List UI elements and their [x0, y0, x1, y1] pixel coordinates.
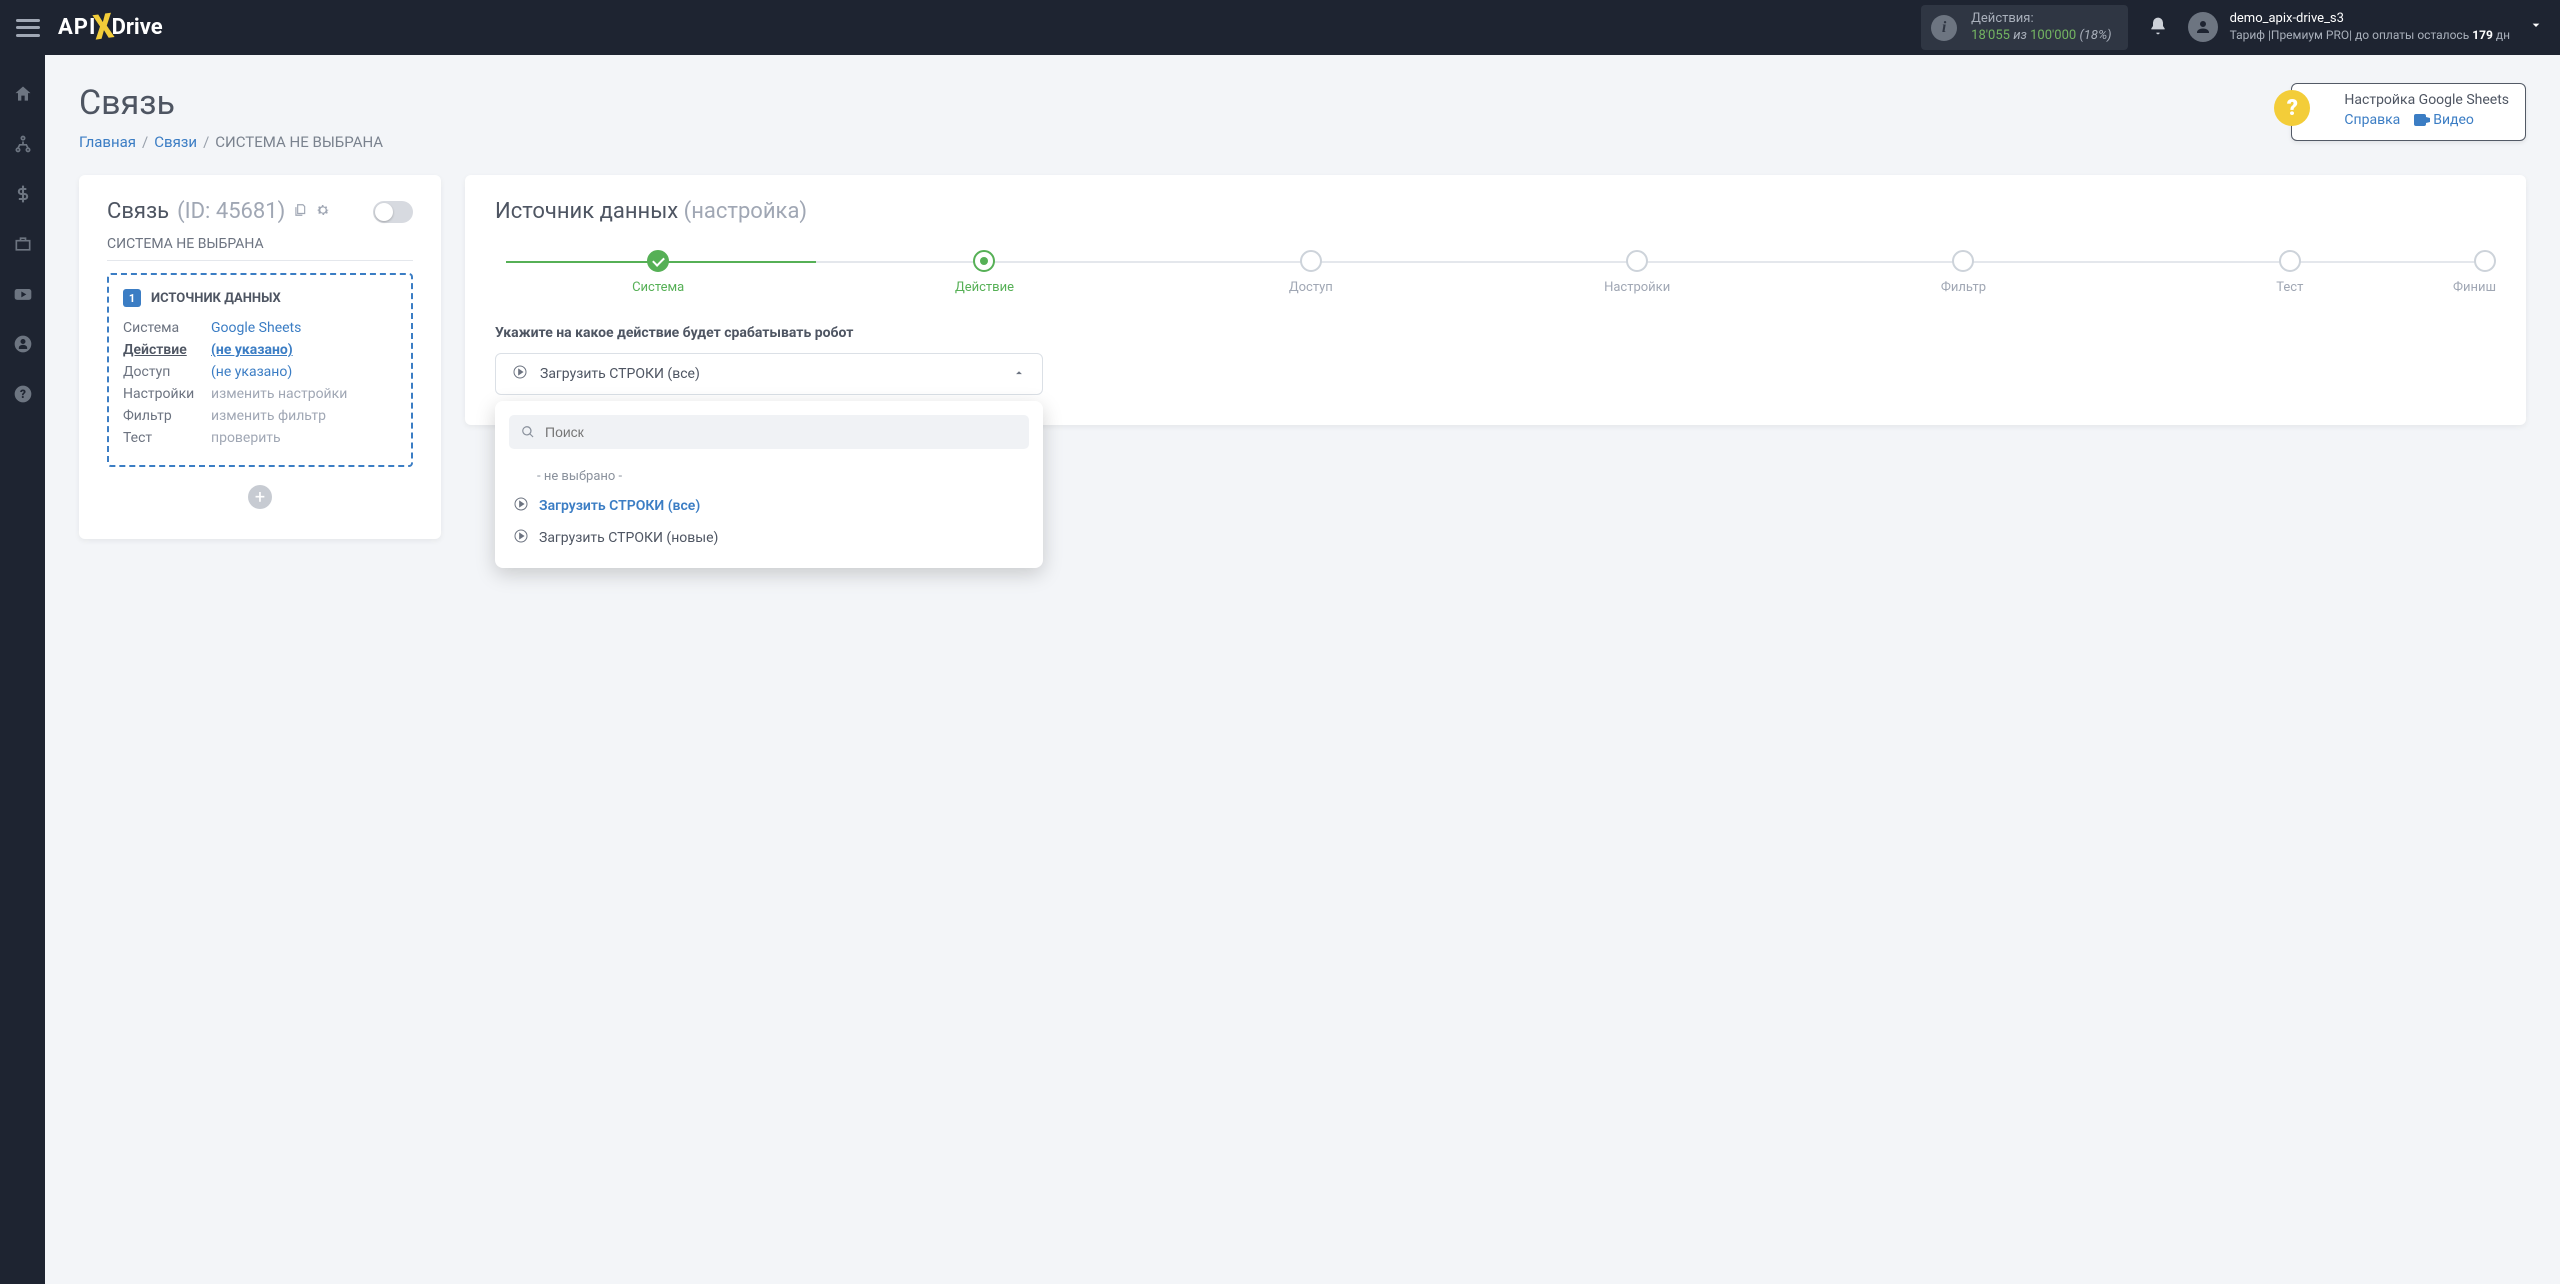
- action-dropdown: - не выбрано - Загрузить СТРОКИ (все) За…: [495, 401, 1043, 568]
- breadcrumb-connections[interactable]: Связи: [154, 133, 197, 151]
- search-icon: [521, 425, 535, 439]
- actions-of: из: [2013, 28, 2027, 43]
- help-question-icon[interactable]: ?: [2274, 90, 2310, 126]
- logo-x-icon: X: [92, 6, 117, 49]
- row-action-value[interactable]: (не указано): [211, 342, 293, 358]
- dropdown-option-none[interactable]: - не выбрано -: [509, 463, 1029, 490]
- action-field-label: Укажите на какое действие будет срабатыв…: [495, 325, 2496, 341]
- dropdown-search[interactable]: [509, 415, 1029, 449]
- source-title: ИСТОЧНИК ДАННЫХ: [151, 291, 281, 306]
- actions-total: 100'000: [2030, 28, 2076, 43]
- connection-name: Связь: [107, 199, 169, 224]
- help-video-link[interactable]: Видео: [2433, 112, 2474, 128]
- actions-used: 18'055: [1971, 28, 2010, 43]
- avatar-icon: [2188, 12, 2218, 42]
- help-title: Настройка Google Sheets: [2344, 92, 2509, 108]
- breadcrumb-home[interactable]: Главная: [79, 133, 136, 151]
- row-filter-value[interactable]: изменить фильтр: [211, 408, 326, 424]
- page-title: Связь: [79, 83, 2526, 123]
- setup-heading: Источник данных (настройка): [495, 199, 2496, 224]
- user-menu[interactable]: demo_apix-drive_s3 Тариф |Премиум PRO| д…: [2188, 11, 2544, 43]
- dropdown-search-input[interactable]: [545, 424, 1017, 440]
- row-test-value[interactable]: проверить: [211, 430, 281, 446]
- row-access-value[interactable]: (не указано): [211, 364, 292, 380]
- tariff-info: Тариф |Премиум PRO| до оплаты осталось 1…: [2230, 28, 2510, 44]
- step-system[interactable]: Система: [495, 250, 821, 295]
- help-doc-link[interactable]: Справка: [2344, 112, 2400, 128]
- svg-text:?: ?: [20, 387, 26, 401]
- chevron-up-icon: [1012, 365, 1026, 384]
- main-content: Связь Главная/Связи/СИСТЕМА НЕ ВЫБРАНА ?…: [45, 55, 2560, 1284]
- user-icon[interactable]: [12, 333, 34, 355]
- connection-toggle[interactable]: [373, 201, 413, 223]
- connection-summary-card: Связь (ID: 45681) СИСТЕМА НЕ ВЫБРАНА 1 И…: [79, 175, 441, 539]
- row-access: Доступ(не указано): [123, 361, 397, 383]
- row-system: СистемаGoogle Sheets: [123, 317, 397, 339]
- sidebar: ?: [0, 55, 45, 1284]
- menu-toggle[interactable]: [16, 19, 40, 37]
- step-test[interactable]: Тест: [2127, 250, 2453, 295]
- row-filter: Фильтризменить фильтр: [123, 405, 397, 427]
- row-test: Тестпроверить: [123, 427, 397, 449]
- gear-icon[interactable]: [315, 202, 331, 222]
- step-access[interactable]: Доступ: [1148, 250, 1474, 295]
- chevron-down-icon: [2522, 17, 2544, 37]
- logo[interactable]: APIXDrive: [58, 10, 163, 45]
- action-selected-value: Загрузить СТРОКИ (все): [540, 366, 700, 382]
- copy-icon[interactable]: [293, 202, 307, 222]
- info-icon: i: [1931, 15, 1957, 41]
- logo-drive: Drive: [112, 15, 163, 40]
- step-action[interactable]: Действие: [821, 250, 1147, 295]
- home-icon[interactable]: [12, 83, 34, 105]
- row-settings-value[interactable]: изменить настройки: [211, 386, 347, 402]
- video-icon: [2414, 114, 2430, 130]
- stepper: Система Действие Доступ Настройки Фильтр…: [495, 250, 2496, 295]
- row-settings: Настройкиизменить настройки: [123, 383, 397, 405]
- connection-id: (ID: 45681): [177, 199, 285, 224]
- actions-percent: (18%): [2079, 28, 2111, 43]
- briefcase-icon[interactable]: [12, 233, 34, 255]
- username: demo_apix-drive_s3: [2230, 11, 2510, 28]
- connection-system-name: СИСТЕМА НЕ ВЫБРАНА: [107, 236, 413, 252]
- breadcrumb-current: СИСТЕМА НЕ ВЫБРАНА: [215, 133, 383, 151]
- youtube-icon[interactable]: [12, 283, 34, 305]
- play-icon: [513, 496, 529, 516]
- actions-label: Действия:: [1971, 11, 2111, 27]
- help-icon[interactable]: ?: [12, 383, 34, 405]
- breadcrumb: Главная/Связи/СИСТЕМА НЕ ВЫБРАНА: [79, 133, 2526, 151]
- connections-icon[interactable]: [12, 133, 34, 155]
- dollar-icon[interactable]: [12, 183, 34, 205]
- data-source-setup-card: Источник данных (настройка) Система Дейс…: [465, 175, 2526, 425]
- step-settings[interactable]: Настройки: [1474, 250, 1800, 295]
- actions-counter[interactable]: i Действия: 18'055 из 100'000 (18%): [1921, 5, 2127, 50]
- help-card: ? Настройка Google Sheets Справка Видео: [2291, 83, 2526, 141]
- row-system-value[interactable]: Google Sheets: [211, 320, 301, 336]
- dropdown-option-new[interactable]: Загрузить СТРОКИ (новые): [509, 522, 1029, 554]
- row-action: Действие(не указано): [123, 339, 397, 361]
- step-filter[interactable]: Фильтр: [1800, 250, 2126, 295]
- play-icon: [512, 364, 528, 384]
- add-destination-button[interactable]: +: [248, 485, 272, 509]
- source-badge: 1: [123, 289, 141, 307]
- bell-icon[interactable]: [2148, 16, 2168, 40]
- play-icon: [513, 528, 529, 548]
- logo-api: API: [58, 15, 96, 40]
- app-header: APIXDrive i Действия: 18'055 из 100'000 …: [0, 0, 2560, 55]
- data-source-panel: 1 ИСТОЧНИК ДАННЫХ СистемаGoogle Sheets Д…: [107, 273, 413, 467]
- step-finish[interactable]: Финиш: [2453, 250, 2496, 295]
- action-select[interactable]: Загрузить СТРОКИ (все): [495, 353, 1043, 395]
- dropdown-option-all[interactable]: Загрузить СТРОКИ (все): [509, 490, 1029, 522]
